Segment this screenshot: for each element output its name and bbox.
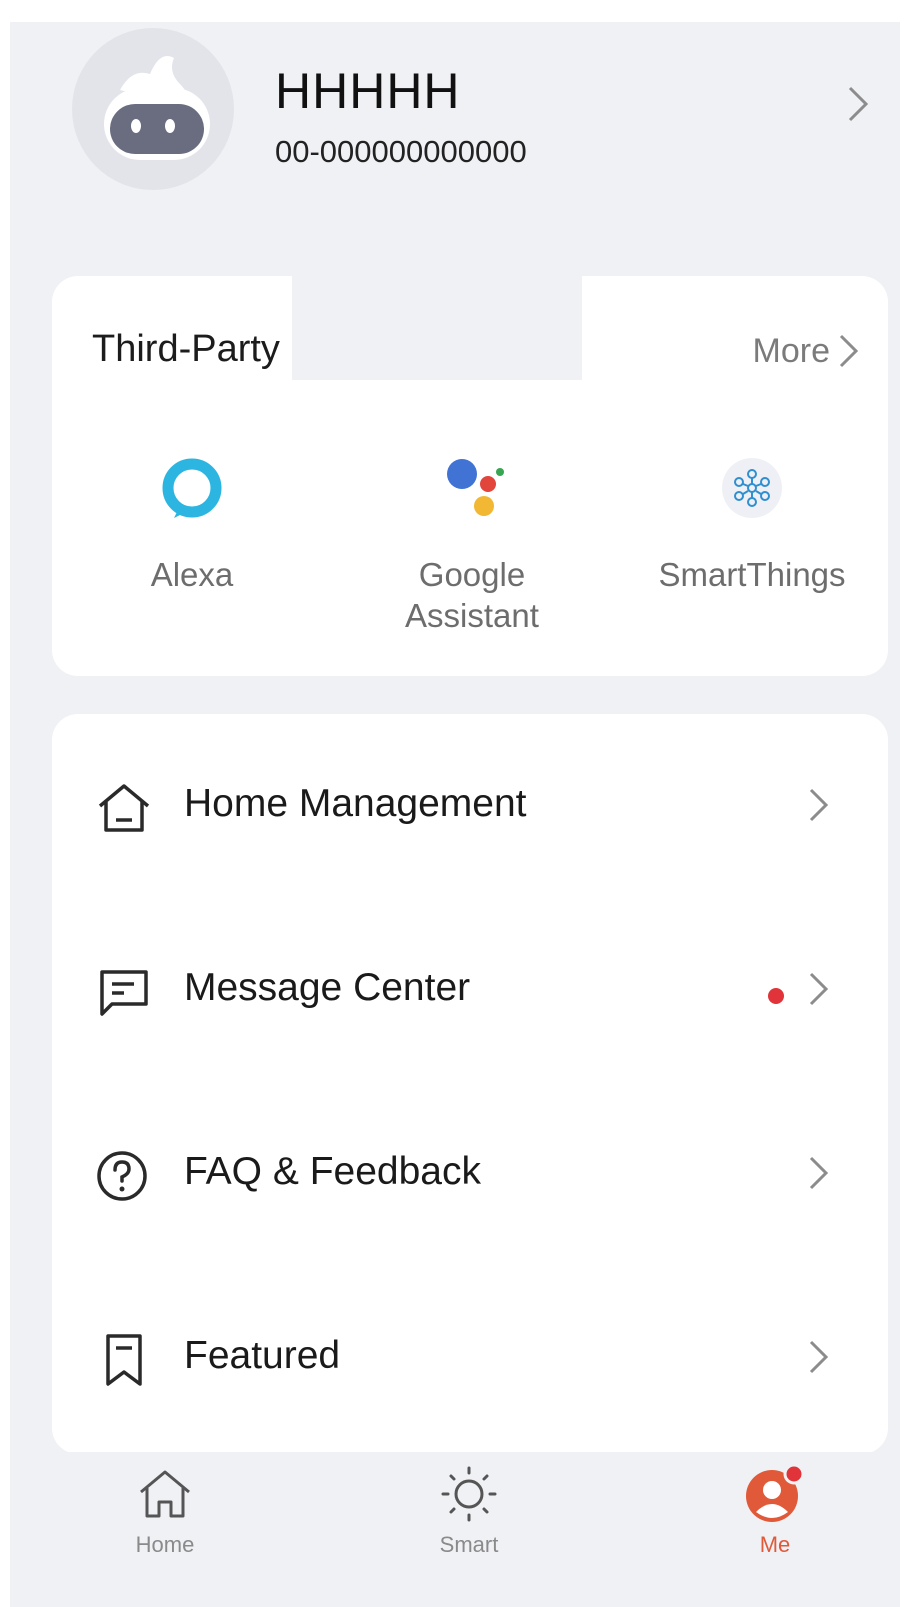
user-icon [746,1464,805,1522]
service-google-assistant[interactable]: Google Assistant [372,456,572,636]
menu-item-home-management[interactable]: Home Management [52,714,888,898]
question-circle-icon [97,1151,147,1201]
service-label: SmartThings [658,556,846,593]
bottom-nav: Home Smart Me [10,1452,900,1607]
home-icon [140,1470,190,1518]
chevron-right-icon[interactable] [838,332,860,370]
nav-home[interactable]: Home [90,1464,240,1558]
chevron-right-icon [809,1156,829,1190]
nav-me[interactable]: Me [700,1464,850,1558]
menu-item-message-center[interactable]: Message Center [52,898,888,1082]
profile-header[interactable]: HHHHH 00-000000000000 [10,22,900,272]
nav-label: Home [135,1532,195,1557]
sun-icon [441,1466,497,1522]
message-icon [100,970,148,1016]
menu-item-label: Home Management [184,782,527,825]
nav-label: Smart [439,1532,499,1557]
service-label-line2: Assistant [405,597,539,634]
service-alexa[interactable]: Alexa [112,456,272,595]
service-label: Alexa [150,556,234,593]
menu-item-label: Message Center [184,966,471,1009]
house-icon [98,784,150,832]
menu-item-faq-feedback[interactable]: FAQ & Feedback [52,1082,888,1266]
service-label-line1: Google [418,556,526,593]
smartthings-icon [722,458,782,518]
robot-avatar-icon [104,56,210,160]
bookmark-icon [106,1334,142,1386]
nav-label: Me [759,1532,791,1557]
avatar[interactable] [72,28,234,190]
google-assistant-icon [447,459,504,516]
third-party-title: Third-Party [92,328,280,370]
menu-item-label: FAQ & Feedback [184,1150,481,1193]
chevron-right-icon[interactable] [846,84,870,124]
service-smartthings[interactable]: SmartThings [642,456,862,595]
settings-menu: Home Management Message Center FAQ & Fee… [52,714,888,1454]
chevron-right-icon [809,788,829,822]
nav-smart[interactable]: Smart [394,1464,544,1558]
menu-item-label: Featured [184,1334,341,1377]
third-party-card: Third-Party More Alexa Google Assistant [52,276,888,676]
menu-item-featured[interactable]: Featured [52,1266,888,1450]
me-screen: HHHHH 00-000000000000 Third-Party More A… [10,22,900,1607]
user-name: HHHHH [275,63,461,119]
chevron-right-icon [809,1340,829,1374]
unread-badge [768,988,784,1004]
account-id: 00-000000000000 [275,134,527,169]
redaction-block [292,276,582,380]
chevron-right-icon [809,972,829,1006]
more-link[interactable]: More [753,332,830,371]
alexa-icon [162,458,222,518]
